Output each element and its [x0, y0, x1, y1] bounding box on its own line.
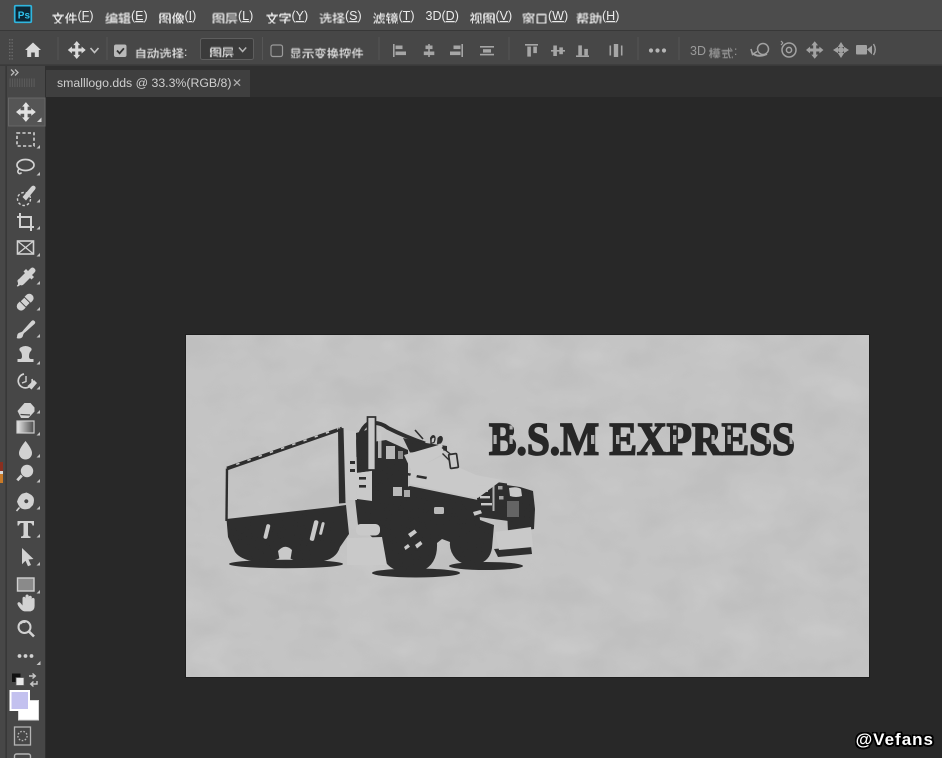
- svg-text:(F): (F): [78, 9, 94, 23]
- svg-text:(S): (S): [345, 9, 362, 23]
- svg-text::: :: [184, 45, 187, 59]
- svg-text:(E): (E): [131, 9, 148, 23]
- svg-text::: :: [734, 44, 737, 58]
- svg-text:(L): (L): [238, 9, 253, 23]
- svg-text:3D(D): 3D(D): [426, 9, 459, 23]
- svg-text:3D: 3D: [690, 44, 706, 58]
- svg-text:(T): (T): [399, 9, 415, 23]
- svg-text:(Y): (Y): [292, 9, 309, 23]
- svg-text:(H): (H): [602, 9, 619, 23]
- svg-text:(V): (V): [496, 9, 513, 23]
- svg-text:(I): (I): [185, 9, 197, 23]
- svg-text:Ps: Ps: [18, 11, 31, 22]
- svg-text:(W): (W): [548, 9, 568, 23]
